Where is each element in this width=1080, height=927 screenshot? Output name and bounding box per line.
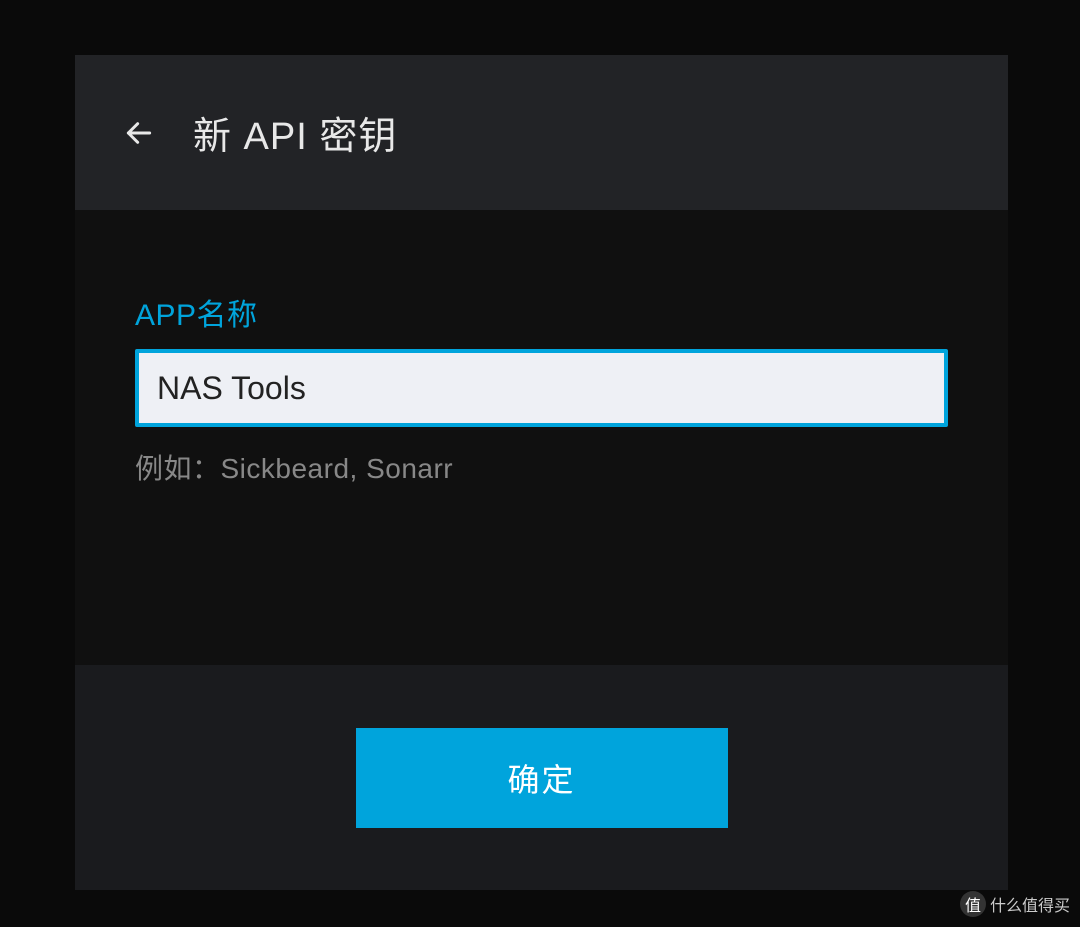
back-button[interactable]	[115, 109, 163, 157]
app-name-input[interactable]	[135, 349, 948, 427]
watermark-text: 什么值得买	[990, 892, 1070, 916]
new-api-key-dialog: 新 API 密钥 APP名称 例如：Sickbeard, Sonarr 确定	[75, 55, 1008, 890]
arrow-left-icon	[123, 117, 155, 149]
app-name-hint: 例如：Sickbeard, Sonarr	[135, 447, 948, 487]
watermark: 值 什么值得买	[960, 891, 1070, 917]
dialog-body: APP名称 例如：Sickbeard, Sonarr	[75, 210, 1008, 665]
dialog-title: 新 API 密钥	[193, 105, 397, 160]
dialog-header: 新 API 密钥	[75, 55, 1008, 210]
app-name-label: APP名称	[135, 290, 948, 334]
ok-button[interactable]: 确定	[356, 728, 728, 828]
watermark-badge-icon: 值	[960, 891, 986, 917]
dialog-footer: 确定	[75, 665, 1008, 890]
